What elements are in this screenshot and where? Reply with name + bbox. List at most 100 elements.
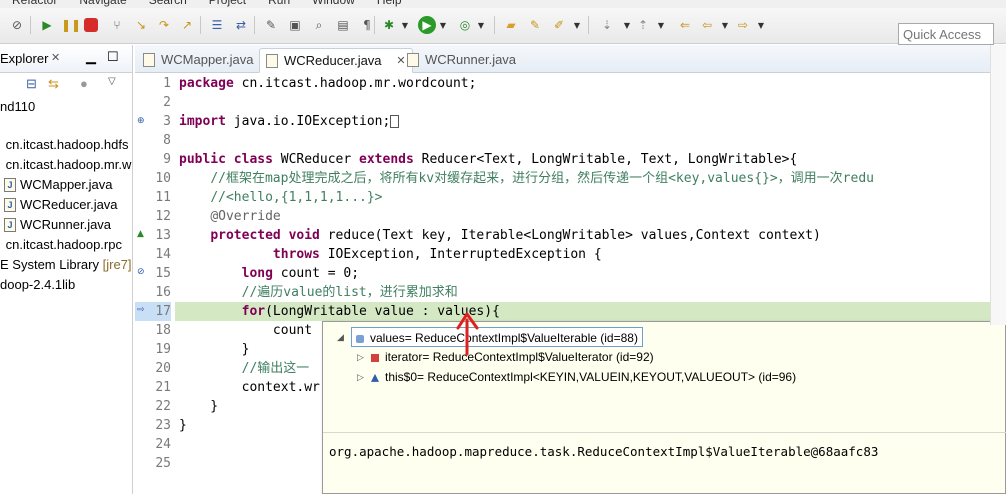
variable-detail-text[interactable]: org.apache.hadoop.mapreduce.task.ReduceC… bbox=[329, 444, 878, 459]
java-file-icon bbox=[266, 54, 278, 68]
debug-hover-popup: ◢ values= ReduceContextImpl$ValueIterabl… bbox=[322, 321, 1006, 494]
link-with-editor-icon[interactable]: ⇆ bbox=[48, 76, 59, 92]
line-number: 18 bbox=[155, 323, 171, 338]
variable-value: ReduceContextImpl<KEYIN,VALUEIN,KEYOUT,V… bbox=[427, 370, 756, 384]
java-file-icon bbox=[407, 53, 419, 67]
expander-closed-icon[interactable]: ▷ bbox=[357, 352, 364, 363]
code-line: long count = 0; bbox=[241, 266, 360, 281]
variable-row-this[interactable]: this$0= ReduceContextImpl<KEYIN,VALUEIN,… bbox=[371, 367, 796, 387]
overview-ruler bbox=[990, 45, 1006, 325]
code-line: //输出这一 bbox=[241, 361, 310, 376]
tree-item-folder[interactable]: doop-2.4.1lib bbox=[0, 275, 75, 295]
tree-item-package[interactable]: cn.itcast.hadoop.hdfs bbox=[0, 135, 129, 155]
menu-project[interactable]: Project bbox=[209, 0, 246, 8]
minimize-icon[interactable]: ▁ bbox=[86, 49, 96, 65]
code-line: protected void reduce(Text key, Iterable… bbox=[210, 228, 821, 243]
disconnect-icon[interactable]: ⑂ bbox=[108, 16, 126, 34]
breakpoint-icon[interactable]: ⊘ bbox=[137, 267, 145, 277]
fold-icon[interactable]: ⊕ bbox=[137, 116, 145, 126]
skip-breakpoints-icon[interactable]: ⊘ bbox=[8, 16, 26, 34]
step-over-icon[interactable]: ↷ bbox=[155, 16, 173, 34]
variable-row-iterator[interactable]: iterator= ReduceContextImpl$ValueIterato… bbox=[371, 347, 654, 367]
chevron-down-icon[interactable]: ▼ bbox=[396, 16, 414, 34]
tab-wcreducer[interactable]: WCReducer.java ✕ bbox=[259, 48, 413, 73]
forward-icon[interactable]: ⇨ bbox=[734, 16, 752, 34]
chevron-down-icon[interactable]: ▼ bbox=[434, 16, 452, 34]
step-return-icon[interactable]: ↗ bbox=[178, 16, 196, 34]
next-annotation-icon[interactable]: ⇣ bbox=[598, 16, 616, 34]
tab-wcmapper[interactable]: WCMapper.java bbox=[137, 48, 261, 73]
variable-value: ReduceContextImpl$ValueIterable bbox=[415, 331, 597, 345]
menu-navigate[interactable]: Navigate bbox=[79, 0, 126, 8]
tree-item-package[interactable]: cn.itcast.hadoop.rpc bbox=[0, 235, 122, 255]
tree-item-file[interactable]: J WCMapper.java bbox=[4, 175, 112, 195]
menu-bar: Refactor Navigate Search Project Run Win… bbox=[0, 0, 1006, 8]
tab-wcrunner[interactable]: WCRunner.java bbox=[401, 48, 524, 73]
menu-window[interactable]: Window bbox=[312, 0, 355, 8]
tab-label: WCRunner.java bbox=[425, 52, 517, 67]
open-type-icon[interactable]: ▣ bbox=[286, 16, 304, 34]
variable-tree: ◢ values= ReduceContextImpl$ValueIterabl… bbox=[323, 322, 1006, 432]
code-line: throws IOException, InterruptedException… bbox=[272, 247, 602, 262]
last-edit-icon[interactable]: ⇐ bbox=[676, 16, 694, 34]
tree-item-file[interactable]: J WCReducer.java bbox=[4, 195, 118, 215]
back-icon[interactable]: ⇦ bbox=[698, 16, 716, 34]
code-line: } bbox=[179, 342, 250, 357]
toolbar-separator bbox=[200, 16, 201, 34]
tree-item-label: E System Library bbox=[0, 257, 99, 272]
step-into-icon[interactable]: ↘ bbox=[132, 16, 150, 34]
use-step-filters-icon[interactable]: ⇄ bbox=[232, 16, 250, 34]
chevron-down-icon[interactable]: ▼ bbox=[716, 16, 734, 34]
menu-refactor[interactable]: Refactor bbox=[12, 0, 57, 8]
chevron-down-icon[interactable]: ▼ bbox=[472, 16, 490, 34]
collapse-all-icon[interactable]: ⊟ bbox=[26, 76, 37, 92]
menu-run[interactable]: Run bbox=[268, 0, 290, 8]
pen-icon[interactable]: ✐ bbox=[550, 16, 568, 34]
chevron-down-icon[interactable]: ▼ bbox=[652, 16, 670, 34]
maximize-icon[interactable]: ☐ bbox=[107, 49, 119, 65]
prev-annotation-icon[interactable]: ⇡ bbox=[634, 16, 652, 34]
toolbar-separator bbox=[254, 16, 255, 34]
tree-item-label: WCRunner.java bbox=[20, 217, 112, 232]
code-line: //遍历value的list，进行累加求和 bbox=[241, 285, 458, 300]
line-number: 8 bbox=[163, 133, 171, 148]
focus-icon[interactable]: ● bbox=[80, 76, 88, 91]
tree-item-library[interactable]: E System Library [jre7] bbox=[0, 255, 132, 275]
tree-item-label: doop-2.4.1lib bbox=[0, 277, 76, 292]
variable-row-values[interactable]: values= ReduceContextImpl$ValueIterable … bbox=[351, 327, 643, 347]
open-folder-icon[interactable]: ▰ bbox=[502, 16, 520, 34]
quick-access-input[interactable] bbox=[898, 23, 994, 45]
chevron-down-icon[interactable]: ▼ bbox=[568, 16, 586, 34]
tree-item-package[interactable]: cn.itcast.hadoop.mr.w bbox=[0, 155, 132, 175]
tree-item-file[interactable]: J WCRunner.java bbox=[4, 215, 111, 235]
expander-closed-icon[interactable]: ▷ bbox=[357, 372, 364, 383]
chevron-down-icon[interactable]: ▼ bbox=[752, 16, 770, 34]
expander-open-icon[interactable]: ◢ bbox=[337, 332, 344, 343]
private-field-icon bbox=[371, 353, 379, 362]
toggle-breakpoint-icon[interactable]: ✎ bbox=[262, 16, 280, 34]
search-icon[interactable]: ⌕ bbox=[310, 16, 328, 34]
line-number: 23 bbox=[155, 418, 171, 433]
menu-help[interactable]: Help bbox=[377, 0, 402, 8]
tree-item-project[interactable]: nd110 bbox=[0, 97, 35, 117]
edit-icon[interactable]: ✎ bbox=[526, 16, 544, 34]
tree-item-label: WCReducer.java bbox=[20, 197, 118, 212]
explorer-tab[interactable]: Explorer ✕ ▁ ☐ bbox=[0, 45, 132, 73]
suspend-icon[interactable]: ❚❚ bbox=[61, 16, 81, 34]
package-explorer: Explorer ✕ ▁ ☐ ⊟ ⇆ ● ▽ nd110 cn.itcast.h… bbox=[0, 45, 133, 494]
java-file-icon bbox=[143, 53, 155, 67]
close-icon[interactable]: ✕ bbox=[51, 51, 60, 64]
line-number-gutter: 1 2 3 8 9 10 11 12 13 14 15 16 17 18 19 20 21 22 23 24 25 bbox=[135, 74, 175, 494]
resume-icon[interactable]: ▶ bbox=[38, 16, 56, 34]
menu-search[interactable]: Search bbox=[149, 0, 187, 8]
line-number: 9 bbox=[163, 152, 171, 167]
toolbar-separator bbox=[494, 16, 495, 34]
toolbar-separator bbox=[374, 16, 375, 34]
new-file-icon[interactable]: ▤ bbox=[334, 16, 352, 34]
code-line: //<hello,{1,1,1,1...}> bbox=[210, 190, 383, 205]
view-menu-icon[interactable]: ▽ bbox=[108, 76, 116, 87]
terminate-icon[interactable] bbox=[84, 18, 98, 32]
line-number: 20 bbox=[155, 361, 171, 376]
code-line: import java.io.IOException; bbox=[179, 112, 400, 131]
drop-to-frame-icon[interactable]: ☰ bbox=[208, 16, 226, 34]
